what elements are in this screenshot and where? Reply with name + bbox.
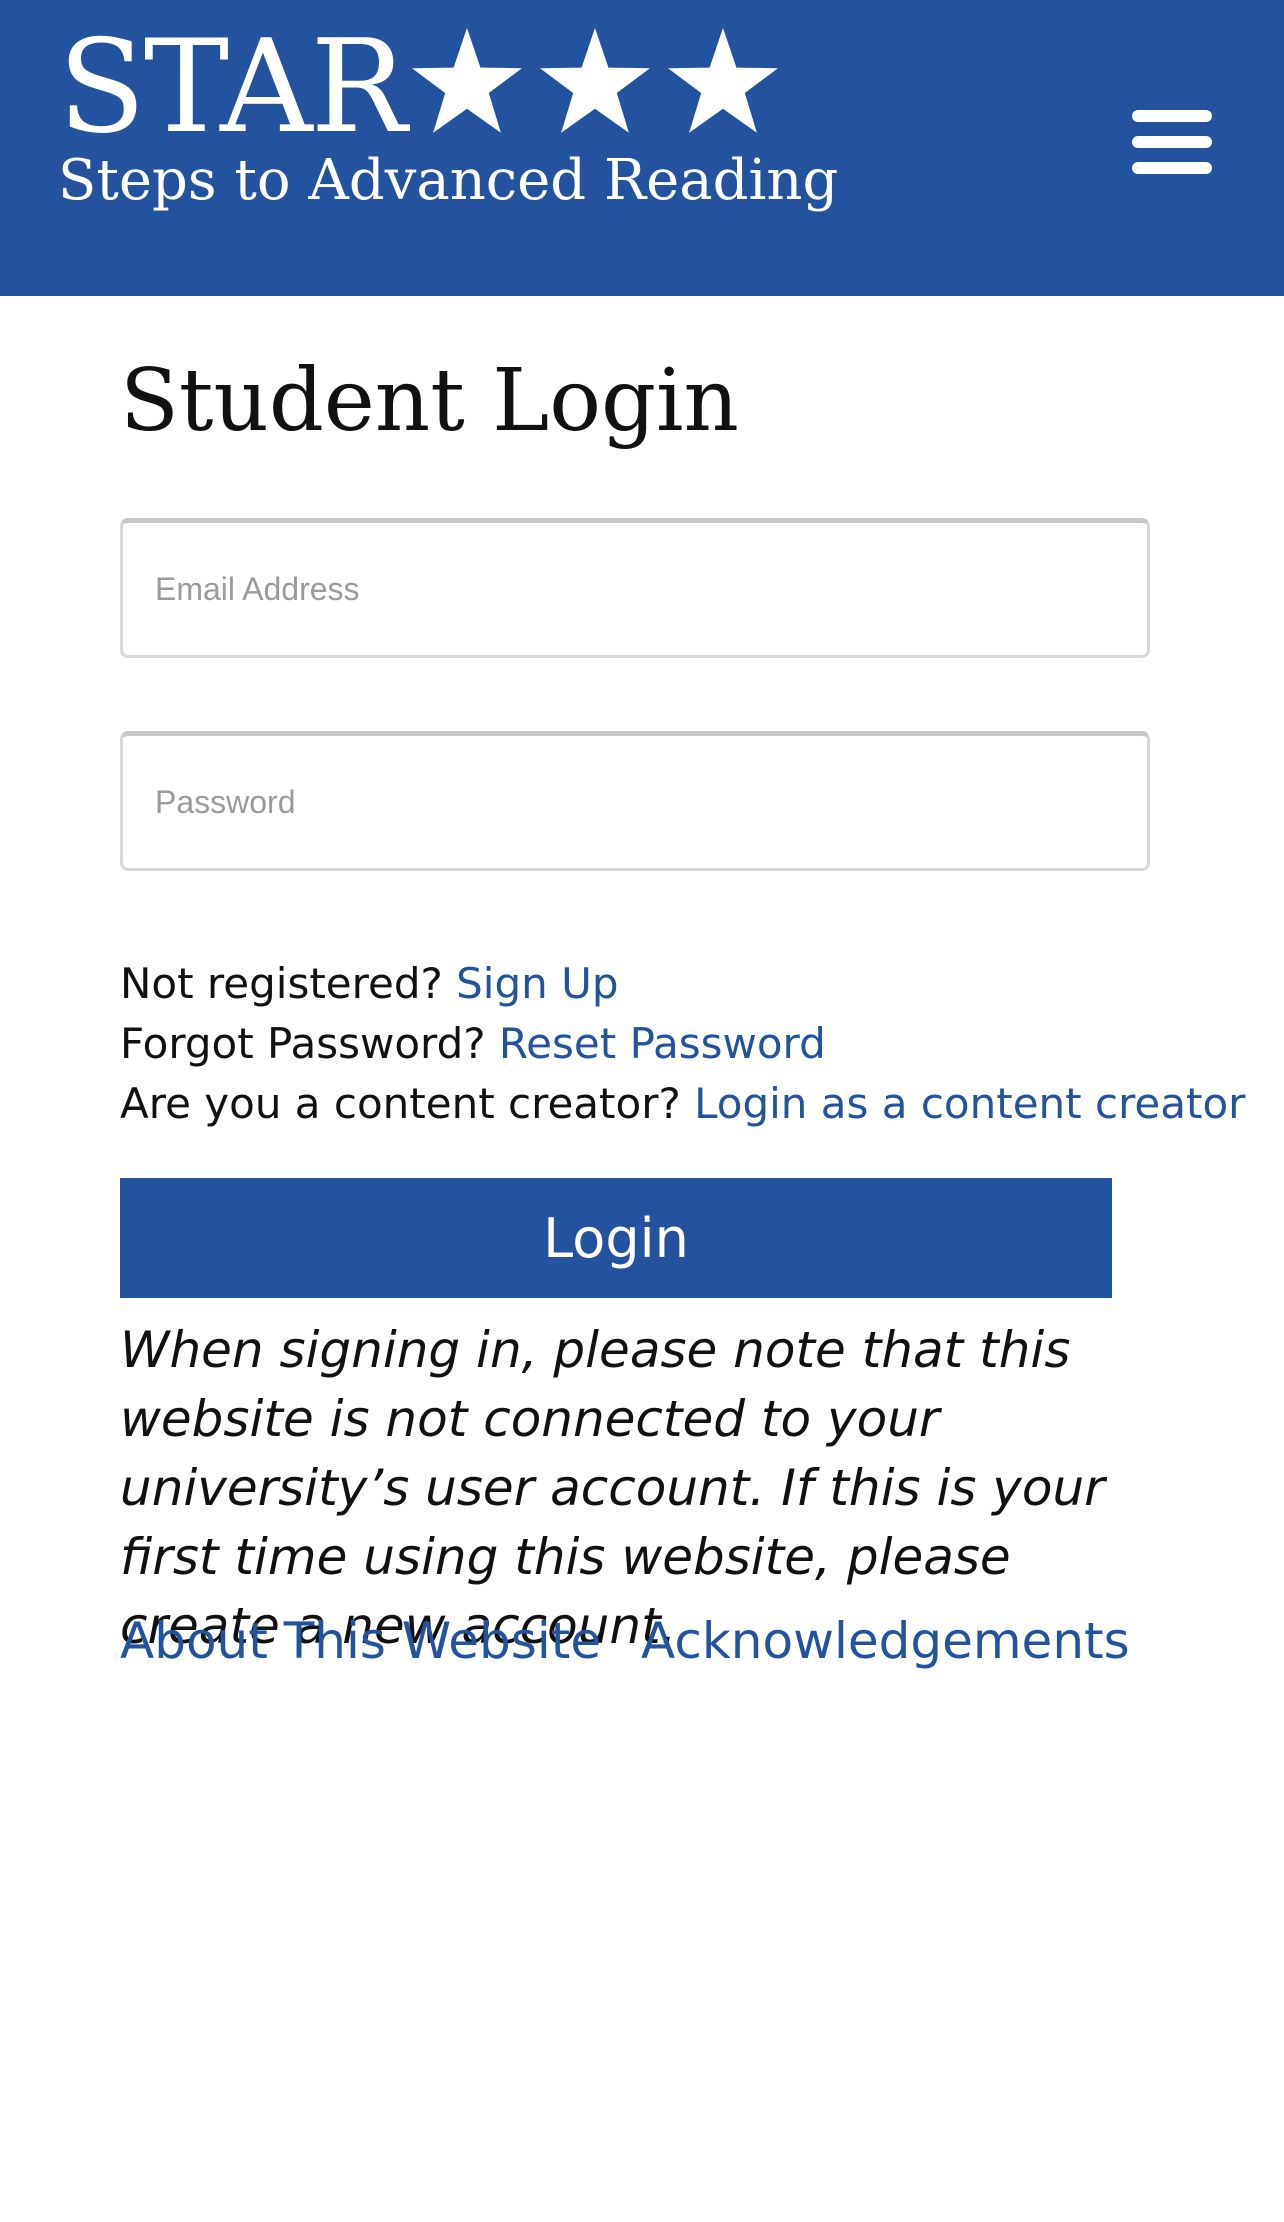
email-field[interactable]: [120, 518, 1150, 658]
menu-bar-middle: [1132, 136, 1212, 148]
acknowledgements-link[interactable]: Acknowledgements: [641, 1612, 1130, 1670]
content-creator-line: Are you a content creator? Login as a co…: [120, 1074, 1245, 1134]
content-creator-login-link[interactable]: Login as a content creator: [694, 1079, 1245, 1128]
signup-line: Not registered? Sign Up: [120, 954, 1245, 1014]
three-stars-icon: [410, 28, 780, 144]
forgot-password-line: Forgot Password? Reset Password: [120, 1014, 1245, 1074]
login-button[interactable]: Login: [120, 1178, 1112, 1298]
logo-tagline: Steps to Advanced Reading: [58, 148, 839, 213]
account-links: Not registered? Sign Up Forgot Password?…: [120, 954, 1245, 1134]
password-field[interactable]: [120, 731, 1150, 871]
star-logo[interactable]: STAR Steps to Advanced Reading: [58, 13, 838, 224]
menu-bar-top: [1132, 110, 1212, 122]
content-creator-prompt: Are you a content creator?: [120, 1079, 681, 1128]
footer-links: About This Website Acknowledgements: [120, 1606, 1154, 1676]
page-title: Student Login: [120, 351, 739, 451]
site-header: STAR Steps to Advanced Reading: [0, 0, 1284, 296]
signup-prompt: Not registered?: [120, 959, 443, 1008]
logo-wordmark: STAR: [58, 13, 407, 162]
menu-bar-bottom: [1132, 162, 1212, 174]
about-website-link[interactable]: About This Website: [120, 1612, 601, 1670]
hamburger-menu-icon[interactable]: [1126, 106, 1216, 178]
forgot-password-prompt: Forgot Password?: [120, 1019, 486, 1068]
sign-up-link[interactable]: Sign Up: [456, 959, 618, 1008]
reset-password-link[interactable]: Reset Password: [499, 1019, 826, 1068]
